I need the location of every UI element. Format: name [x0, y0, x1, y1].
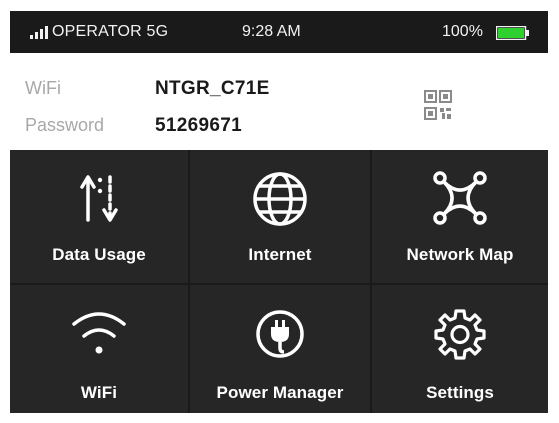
tile-label: Data Usage	[52, 245, 146, 264]
password-label: Password	[25, 115, 105, 135]
wifi-password: 51269671	[155, 115, 242, 136]
clock: 9:28 AM	[242, 23, 301, 40]
battery-percent: 100%	[442, 23, 483, 40]
wifi-icon	[72, 312, 126, 354]
wifi-label: WiFi	[25, 78, 61, 98]
tile-label: Internet	[248, 245, 312, 264]
battery-full-icon	[496, 26, 529, 40]
hotspot-screen: OPERATOR 5G 9:28 AM 100% WiFi NTGR_C71E …	[10, 11, 548, 413]
tile-settings[interactable]: Settings	[372, 285, 548, 413]
data-usage-icon	[80, 175, 118, 222]
tile-label: WiFi	[80, 383, 118, 402]
tile-network-map[interactable]: Network Map	[372, 150, 548, 283]
tile-data-usage[interactable]: Data Usage	[10, 150, 188, 283]
status-bar: OPERATOR 5G 9:28 AM 100%	[10, 11, 548, 53]
tile-internet[interactable]: Internet	[190, 150, 370, 283]
wifi-ssid: NTGR_C71E	[155, 78, 270, 99]
tile-label: Power Manager	[216, 383, 344, 402]
power-plug-icon	[256, 310, 304, 358]
tile-wifi[interactable]: WiFi	[10, 285, 188, 413]
operator-name: OPERATOR 5G	[52, 23, 169, 40]
tile-label: Settings	[426, 383, 494, 402]
network-map-icon	[433, 171, 487, 225]
signal-bars-icon	[30, 26, 48, 39]
gear-icon	[434, 309, 486, 360]
qr-code-icon[interactable]	[424, 90, 452, 120]
tile-power-manager[interactable]: Power Manager	[190, 285, 370, 413]
globe-icon	[253, 172, 307, 226]
tile-label: Network Map	[406, 245, 514, 264]
wifi-info-panel: WiFi NTGR_C71E Password 51269671	[10, 53, 548, 150]
main-menu-grid: Data Usage Internet Network Map WiFi Pow…	[10, 150, 548, 413]
